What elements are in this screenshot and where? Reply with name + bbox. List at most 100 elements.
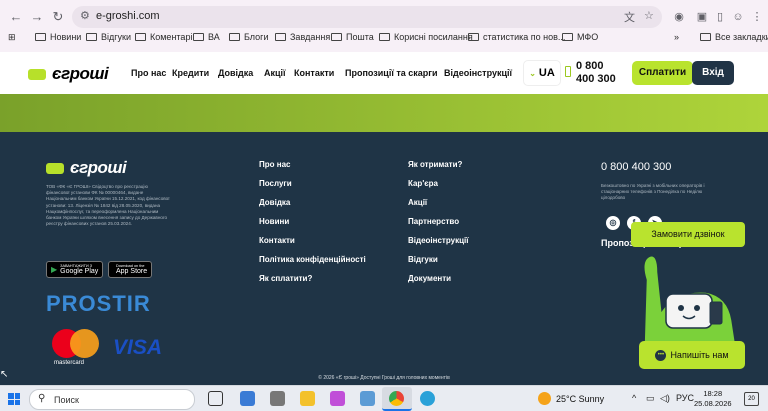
calculator-icon[interactable] (270, 391, 285, 406)
nav-promotions[interactable]: Акції (264, 68, 286, 78)
logo-text: єгроші (52, 64, 109, 83)
folder-icon (331, 33, 342, 41)
notifications-icon[interactable]: 20 (744, 392, 759, 406)
footer-link-services[interactable]: Послуги (259, 179, 292, 188)
bookmark-poshta[interactable]: Пошта (331, 32, 374, 42)
nav-proposals[interactable]: Пропозиції та скарги (345, 68, 438, 78)
telegram-taskbar-icon[interactable] (420, 391, 435, 406)
folder-icon (275, 33, 286, 41)
apps-icon[interactable]: ⊞ (8, 32, 16, 43)
nav-video[interactable]: Відеоінструкції (444, 68, 512, 78)
mascot-illustration (643, 255, 737, 346)
bookmark-korysni[interactable]: Корисні посилання (379, 32, 473, 42)
reload-icon[interactable]: ↻ (50, 9, 66, 25)
footer-logo[interactable]: єгроші (46, 158, 127, 178)
footer-link-video[interactable]: Відеоінструкції (408, 236, 468, 245)
bookmarks-bar: ⊞ Новини Відгуки Коментарі ВА Блоги Завд… (0, 31, 768, 49)
footer-link-partnership[interactable]: Партнерство (408, 217, 459, 226)
phone-icon (565, 66, 571, 77)
clock[interactable]: 18:28 25.08.2026 (694, 389, 732, 409)
footer-link-documents[interactable]: Документи (408, 274, 451, 283)
nav-about[interactable]: Про нас (131, 68, 166, 78)
nav-credits[interactable]: Кредити (172, 68, 209, 78)
google-play-badge[interactable]: ▶ ЗАВАНТАЖИТИ З Google Play (46, 261, 104, 278)
tray-chevron-icon[interactable]: ^ (632, 393, 636, 403)
address-bar[interactable]: ⚙ e-groshi.com 文 ☆ (72, 6, 662, 28)
windows-taskbar: ⚲ Поиск 25°C Sunny ^ ▭ ◁) РУС 18:28 25.0… (0, 385, 768, 411)
hero-band (0, 94, 768, 132)
bookmark-komentari[interactable]: Коментарі (135, 32, 192, 42)
profile-icon[interactable]: ☺ (731, 10, 745, 24)
folder-icon (562, 33, 573, 41)
footer-link-promotions[interactable]: Акції (408, 198, 427, 207)
all-bookmarks[interactable]: Все закладки (700, 32, 768, 42)
request-call-button[interactable]: Замовити дзвінок (631, 222, 745, 247)
footer-link-reviews[interactable]: Відгуки (408, 255, 438, 264)
sun-icon (538, 392, 551, 405)
login-button[interactable]: Вхід (692, 61, 734, 85)
header-phone[interactable]: 0 800 400 300 (576, 60, 616, 86)
site-logo[interactable]: єгроші (28, 64, 109, 84)
browser-chrome: ← → ↻ ⚙ e-groshi.com 文 ☆ ◉ ▣ ▯ ☺ ⋮ ⊞ Нов… (0, 0, 768, 52)
site-info-icon[interactable]: ⚙ (80, 9, 90, 22)
search-icon: ⚲ (38, 393, 46, 404)
google-play-icon: ▶ (51, 265, 58, 274)
footer-link-career[interactable]: Кар'єра (408, 179, 438, 188)
weather-widget[interactable]: 25°C Sunny (538, 392, 604, 405)
bookmark-blogy[interactable]: Блоги (229, 32, 268, 42)
bookmark-zavdannya[interactable]: Завдання (275, 32, 330, 42)
task-view-icon[interactable] (208, 391, 223, 406)
folder-icon (35, 33, 46, 41)
extension-icon[interactable]: ◉ (672, 10, 686, 24)
copilot-icon[interactable] (330, 391, 345, 406)
bookmark-star-icon[interactable]: ☆ (644, 9, 654, 22)
network-icon[interactable]: ▭ (646, 393, 655, 404)
sidebar-icon[interactable]: ▯ (713, 10, 727, 24)
logo-mark-icon (28, 68, 46, 80)
mouse-cursor-icon: ↖ (0, 369, 9, 380)
language-switcher[interactable]: ⌄ UA (523, 60, 561, 86)
more-bookmarks-icon[interactable]: » (674, 32, 679, 42)
bookmark-novyny[interactable]: Новини (35, 32, 81, 42)
footer-link-how-to-pay[interactable]: Як сплатити? (259, 274, 312, 283)
bookmark-va[interactable]: ВА (193, 32, 220, 42)
file-explorer-icon[interactable] (300, 391, 315, 406)
footer-link-help[interactable]: Довідка (259, 198, 290, 207)
nav-contacts[interactable]: Контакти (294, 68, 334, 78)
mastercard-logo: mastercard (52, 329, 100, 369)
back-icon[interactable]: ← (8, 9, 24, 25)
mastercard-orange-circle (70, 329, 99, 358)
bookmark-mfo[interactable]: МФО (562, 32, 598, 42)
write-us-button[interactable]: ••• Напишіть нам (639, 341, 745, 369)
folder-icon (229, 33, 240, 41)
app-store-badge[interactable]: Download on the App Store (108, 261, 153, 278)
instagram-icon[interactable]: ◎ (606, 216, 620, 230)
menu-icon[interactable]: ⋮ (750, 10, 764, 24)
extensions-puzzle-icon[interactable]: ▣ (695, 10, 709, 24)
footer-link-about[interactable]: Про нас (259, 160, 290, 169)
bookmark-vidguky[interactable]: Відгуки (86, 32, 131, 42)
footer-link-how-to-get[interactable]: Як отримати? (408, 160, 462, 169)
folder-icon (379, 33, 390, 41)
volume-icon[interactable]: ◁) (660, 393, 670, 404)
store-icon[interactable] (240, 391, 255, 406)
nav-help[interactable]: Довідка (218, 68, 253, 78)
start-icon[interactable] (8, 393, 20, 405)
visa-logo: VISA (113, 336, 163, 359)
tray-lang[interactable]: РУС (676, 393, 694, 403)
folder-icon (700, 33, 711, 41)
forward-icon[interactable]: → (29, 9, 45, 25)
phone-note: Безкоштовно по Україні з мобільних опера… (601, 183, 705, 200)
taskbar-search[interactable]: ⚲ Поиск (29, 389, 195, 410)
chrome-icon[interactable] (389, 391, 404, 406)
bookmark-statystyka[interactable]: статистика по нов... (468, 32, 565, 42)
logo-text: єгроші (70, 158, 127, 177)
footer-phone[interactable]: 0 800 400 300 (601, 161, 671, 173)
footer-link-news[interactable]: Новини (259, 217, 289, 226)
notes-icon[interactable] (360, 391, 375, 406)
footer-link-privacy[interactable]: Політика конфіденційності (259, 255, 366, 264)
footer-link-contacts[interactable]: Контакти (259, 236, 295, 245)
translate-icon[interactable]: 文 (624, 9, 635, 25)
pay-button[interactable]: Сплатити (632, 61, 693, 85)
folder-icon (135, 33, 146, 41)
